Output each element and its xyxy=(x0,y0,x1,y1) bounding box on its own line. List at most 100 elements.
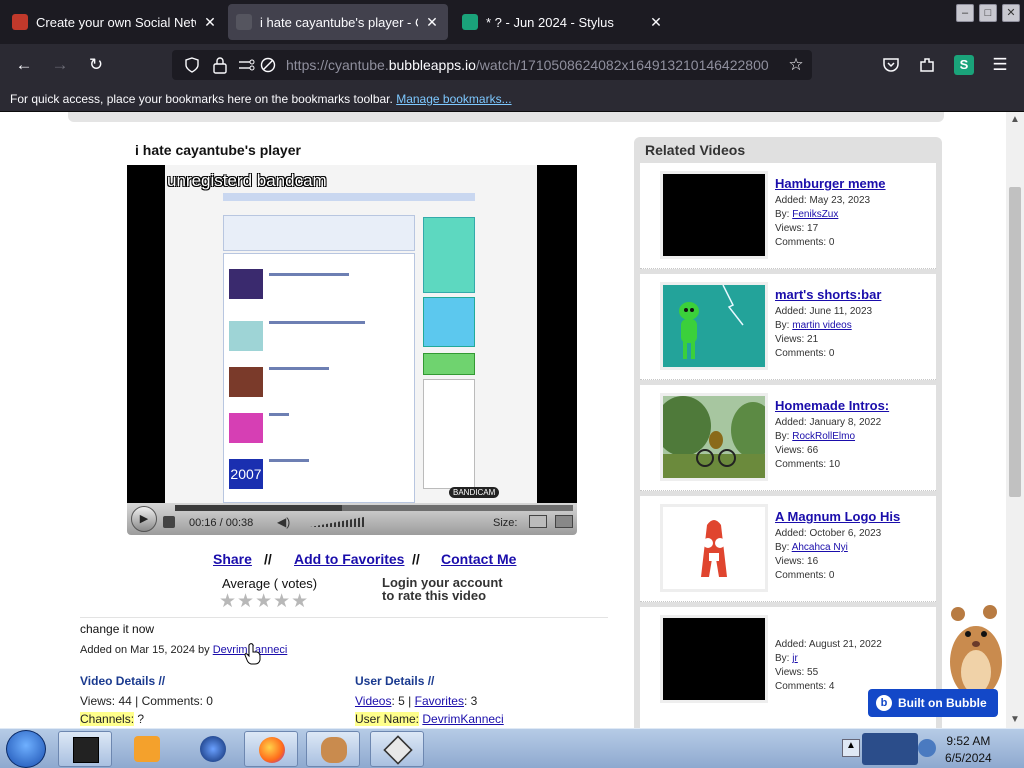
lock-icon[interactable] xyxy=(212,56,228,74)
scroll-down-icon[interactable]: ▼ xyxy=(1006,714,1024,725)
username-link[interactable]: DevrimKanneci xyxy=(422,712,503,726)
frame-thumb-4 xyxy=(229,413,263,443)
taskbar-media-player-app[interactable] xyxy=(120,731,174,767)
rating-stars[interactable]: ★★★★★ xyxy=(219,590,309,613)
related-thumbnail[interactable] xyxy=(660,171,768,259)
stylus-extension-icon[interactable]: S xyxy=(954,55,974,75)
related-meta: Added: January 8, 2022 By: RockRollElmo Vi… xyxy=(775,417,882,470)
maximize-window-button[interactable]: □ xyxy=(979,4,997,22)
close-tab-icon[interactable]: ✕ xyxy=(202,14,218,31)
related-author-link[interactable]: FeniksZux xyxy=(792,209,838,220)
reload-icon[interactable]: ↻ xyxy=(86,55,106,75)
volume-slider[interactable] xyxy=(310,517,364,527)
tray-expand-icon[interactable]: ▲ xyxy=(842,739,860,757)
browser-nav-bar: ← → ↻ https://cyantube.bubbleapps.io/wat… xyxy=(0,44,1024,86)
built-on-bubble-badge[interactable]: b Built on Bubble xyxy=(868,689,998,717)
related-author-link[interactable]: jr xyxy=(792,653,798,664)
related-videos-panel: Related Videos Hamburger meme Added: May… xyxy=(634,137,942,728)
page-scrollbar[interactable]: ▲ ▼ xyxy=(1006,112,1024,728)
permissions-icon[interactable] xyxy=(238,57,256,73)
menu-icon[interactable]: ☰ xyxy=(990,55,1010,75)
channels-label: Channels: xyxy=(80,712,135,726)
close-window-button[interactable]: ✕ xyxy=(1002,4,1020,22)
url-bar[interactable]: https://cyantube.bubbleapps.io/watch/171… xyxy=(172,50,812,80)
stylus-favicon-icon xyxy=(462,14,478,30)
frame-text-line xyxy=(269,413,289,416)
frame-thumb-1 xyxy=(229,269,263,299)
related-author-link[interactable]: martin videos xyxy=(792,320,851,331)
share-link[interactable]: Share xyxy=(213,551,252,567)
scroll-up-icon[interactable]: ▲ xyxy=(1006,114,1024,125)
separator: // xyxy=(412,551,420,567)
start-button[interactable] xyxy=(6,730,46,768)
tray-app-icon[interactable] xyxy=(862,733,918,765)
frame-thumb-3 xyxy=(229,367,263,397)
related-thumbnail[interactable] xyxy=(660,615,768,703)
taskbar-terminal-app[interactable] xyxy=(58,731,112,767)
play-button[interactable]: ▶ xyxy=(131,506,157,532)
forward-icon[interactable]: → xyxy=(50,55,70,75)
related-thumbnail[interactable] xyxy=(660,504,768,592)
system-clock[interactable]: 9:52 AM 6/5/2024 xyxy=(945,733,992,767)
hand-cursor-icon xyxy=(244,643,261,665)
taskbar-unity-app[interactable] xyxy=(370,731,424,767)
add-to-favorites-link[interactable]: Add to Favorites xyxy=(294,551,404,567)
related-title-link[interactable]: mart's shorts:bar xyxy=(775,287,881,302)
frame-thumb-5: 2007 xyxy=(229,459,263,489)
frame-side-box-1 xyxy=(423,217,475,293)
url-text[interactable]: https://cyantube.bubbleapps.io/watch/171… xyxy=(286,57,769,73)
video-player[interactable]: 2007 unregisterd bandcam BANDICAM xyxy=(127,165,577,503)
user-details-heading: User Details // xyxy=(355,674,435,688)
close-tab-icon[interactable]: ✕ xyxy=(424,14,440,31)
red-letter-icon xyxy=(663,507,765,589)
related-author-link[interactable]: Ahcahca Nyi xyxy=(792,542,848,553)
network-icon[interactable] xyxy=(918,739,936,757)
contact-me-link[interactable]: Contact Me xyxy=(441,551,516,567)
taskbar-hamster-app[interactable] xyxy=(306,731,360,767)
related-title-link[interactable]: Hamburger meme xyxy=(775,176,886,191)
frame-intro-box xyxy=(223,215,415,251)
bookmarks-toolbar: For quick access, place your bookmarks h… xyxy=(0,86,1024,112)
related-item[interactable]: Hamburger meme Added: May 23, 2023 By: Fe… xyxy=(640,163,936,269)
videos-link[interactable]: Videos xyxy=(355,694,391,708)
size-normal-button[interactable] xyxy=(529,515,547,528)
taskbar-firefox-app[interactable] xyxy=(244,731,298,767)
separator: // xyxy=(264,551,272,567)
bookmark-star-icon[interactable]: ☆ xyxy=(786,55,806,75)
page-viewport: i hate cayantube's player 2007 unregiste… xyxy=(0,112,1006,728)
shield-icon[interactable] xyxy=(184,57,200,73)
progress-bar[interactable] xyxy=(175,505,573,511)
size-fullscreen-button[interactable] xyxy=(555,515,573,528)
extensions-icon[interactable] xyxy=(918,56,936,74)
video-details-heading: Video Details // xyxy=(80,674,166,688)
related-author-link[interactable]: RockRollElmo xyxy=(792,431,855,442)
bookmarks-hint: For quick access, place your bookmarks h… xyxy=(10,92,393,106)
manage-bookmarks-link[interactable]: Manage bookmarks... xyxy=(396,92,511,106)
related-item[interactable]: mart's shorts:bar Added: June 11, 2023 By… xyxy=(640,274,936,380)
tracking-blocked-icon[interactable] xyxy=(260,57,276,73)
favorites-link[interactable]: Favorites xyxy=(415,694,464,708)
terminal-icon xyxy=(73,737,99,763)
related-thumbnail[interactable] xyxy=(660,393,768,481)
scroll-thumb[interactable] xyxy=(1009,187,1021,497)
stop-button[interactable] xyxy=(163,516,175,528)
media-player-icon xyxy=(134,736,160,762)
tab-social-network[interactable]: Create your own Social Network ✕ xyxy=(4,4,226,40)
close-tab-icon[interactable]: ✕ xyxy=(648,14,664,31)
back-icon[interactable]: ← xyxy=(14,55,34,75)
hamster-icon xyxy=(321,737,347,763)
related-thumbnail[interactable] xyxy=(660,282,768,370)
windows-taskbar: ▲ 9:52 AM 6/5/2024 xyxy=(0,728,1024,768)
globe-icon xyxy=(200,736,226,762)
related-title-link[interactable]: Homemade Intros: xyxy=(775,398,889,413)
related-item[interactable]: A Magnum Logo His Added: October 6, 2023… xyxy=(640,496,936,602)
related-item[interactable]: Homemade Intros: Added: January 8, 2022 B… xyxy=(640,385,936,491)
tab-stylus[interactable]: * ? - Jun 2024 - Stylus ✕ xyxy=(454,4,672,40)
tab-cyantube-player[interactable]: i hate cayantube's player - Cyan ✕ xyxy=(228,4,448,40)
timecode: 00:16 / 00:38 xyxy=(189,517,254,529)
taskbar-browser-globe-app[interactable] xyxy=(186,731,240,767)
pocket-icon[interactable] xyxy=(882,56,900,74)
related-title-link[interactable]: A Magnum Logo His xyxy=(775,509,900,524)
minimize-window-button[interactable]: – xyxy=(956,4,974,22)
volume-icon[interactable]: ◀) xyxy=(277,515,290,529)
